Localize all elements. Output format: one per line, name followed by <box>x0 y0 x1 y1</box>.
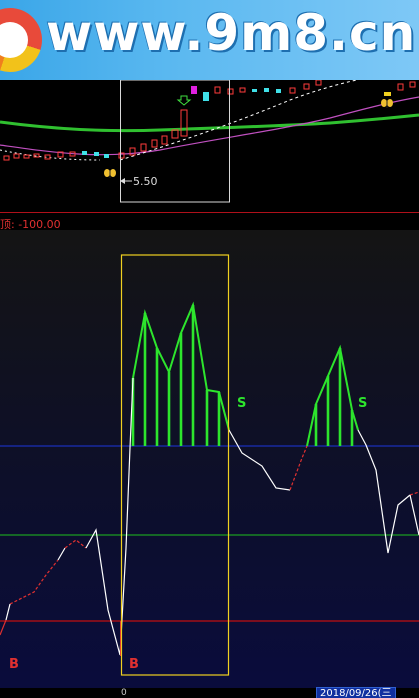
sell-signal-1: S <box>237 396 246 411</box>
highlight-box-lower <box>120 254 230 676</box>
buy-signal-left: B <box>9 657 19 672</box>
ma-magenta-line <box>0 96 419 156</box>
candle <box>239 87 246 93</box>
ma-green-line <box>0 113 419 133</box>
candle <box>397 83 404 91</box>
candle <box>191 86 197 94</box>
candle <box>3 155 10 161</box>
signal-bars-1 <box>131 305 221 446</box>
candle <box>264 88 269 92</box>
candle <box>276 89 281 93</box>
watermark-text: www.9m8.cn <box>46 4 417 62</box>
candle <box>151 139 158 148</box>
axis-zero-label: 0 <box>121 688 127 698</box>
oscillator-white-3 <box>85 377 134 656</box>
candle <box>315 79 322 86</box>
candle <box>289 87 296 94</box>
oscillator-red-2 <box>64 539 87 549</box>
price-chart-svg: 5.50 <box>0 69 419 203</box>
candle <box>303 83 310 90</box>
indicator-panel[interactable]: B B S S <box>0 230 419 688</box>
buy-signal-center: B <box>129 657 139 672</box>
panel-divider <box>0 212 419 213</box>
candle <box>227 88 234 95</box>
date-cursor-label: 2018/09/26(三 <box>316 687 396 698</box>
indicator-svg: B B S S <box>0 254 419 676</box>
oscillator-white-2 <box>57 547 66 561</box>
candle <box>23 154 30 159</box>
butterfly-icon <box>381 99 393 108</box>
site-logo-icon <box>0 8 42 72</box>
candle <box>384 92 391 96</box>
candle <box>82 151 87 155</box>
chart-window: www.9m8.cn 5.50 顶: -100.00 B B S S 0 201… <box>0 0 419 698</box>
candle <box>13 153 20 159</box>
candle <box>180 109 188 137</box>
oscillator-red-left <box>0 619 7 636</box>
oscillator-red-dashed-left <box>9 559 59 605</box>
candle <box>203 92 209 101</box>
oscillator-red-3 <box>289 445 308 491</box>
candle <box>161 135 168 145</box>
sell-signal-2: S <box>358 396 367 411</box>
candle <box>104 154 109 158</box>
candle <box>409 81 416 88</box>
watermark-banner: www.9m8.cn <box>0 0 419 80</box>
oscillator-white-4 <box>228 429 291 491</box>
candle <box>140 143 147 152</box>
candle <box>214 86 221 94</box>
candle <box>171 129 179 139</box>
signal-envelope-2 <box>306 344 359 447</box>
oscillator-white-6 <box>409 494 419 536</box>
butterfly-icon <box>104 169 116 178</box>
candle <box>252 89 257 92</box>
oscillator-white-1 <box>5 603 11 621</box>
price-annotation: 5.50 <box>133 175 158 188</box>
price-chart-panel[interactable]: 5.50 <box>0 69 419 210</box>
oscillator-red-4 <box>409 491 419 496</box>
down-arrow-icon <box>176 95 192 106</box>
candle <box>94 152 99 156</box>
